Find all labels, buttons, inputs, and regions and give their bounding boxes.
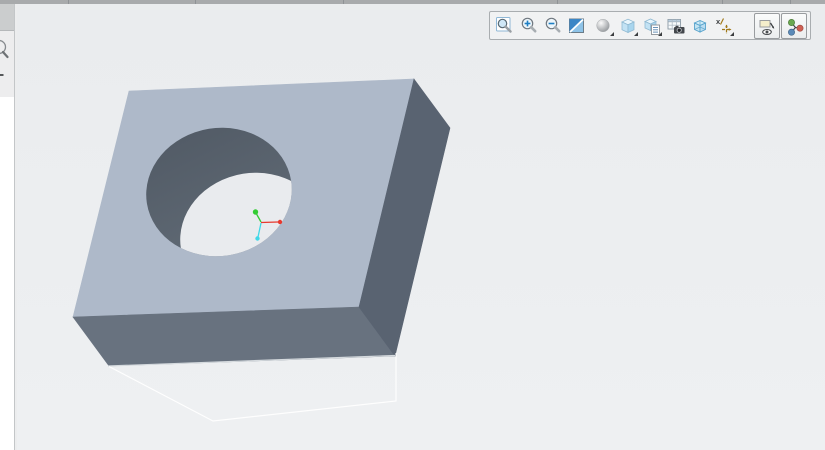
shading-style-button[interactable]: [592, 13, 615, 38]
repaint-button[interactable]: [565, 13, 588, 38]
zoom-in-button[interactable]: [517, 13, 540, 38]
zoom-out-button[interactable]: [541, 13, 564, 38]
spin-center-icon: [784, 16, 804, 36]
dropdown-caret: [730, 32, 734, 36]
display-style-button[interactable]: [616, 13, 639, 38]
spin-center-red-axis: [261, 222, 278, 223]
perspective-button[interactable]: [688, 13, 711, 38]
dropdown-caret: [634, 32, 638, 36]
toggle-button-group: [753, 13, 807, 39]
saved-views-button[interactable]: [640, 13, 663, 38]
view-manager-icon: [666, 16, 686, 36]
model-canvas[interactable]: [0, 0, 825, 450]
svg-text:x: x: [716, 17, 721, 26]
dropdown-caret: [610, 32, 614, 36]
refit-button[interactable]: [493, 13, 516, 38]
dropdown-caret: [658, 32, 662, 36]
zoom-out-icon: [543, 16, 563, 36]
annotation-display-toggle[interactable]: [754, 13, 780, 39]
zoom-in-icon: [519, 16, 539, 36]
spin-center-toggle[interactable]: [781, 13, 807, 39]
annotation-display-icon: [757, 16, 777, 36]
refit-icon: [495, 16, 515, 36]
spin-center-green-dot: [253, 209, 258, 214]
spin-center-cyan-dot: [255, 236, 259, 240]
view-manager-button[interactable]: [664, 13, 687, 38]
app-window: { "top_strip": { "color": "#a8aaac", "ti…: [0, 0, 825, 450]
spin-center-red-dot: [278, 220, 282, 224]
graphics-toolbar: x: [489, 11, 811, 40]
repaint-icon: [567, 16, 587, 36]
perspective-icon: [690, 16, 710, 36]
datum-display-button[interactable]: x: [712, 13, 735, 38]
